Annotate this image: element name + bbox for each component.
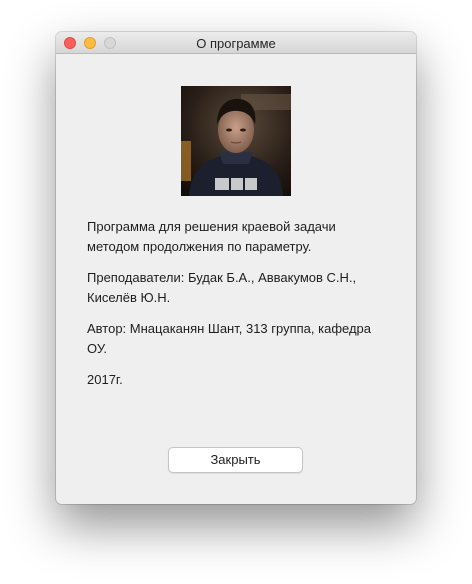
- author-photo: [181, 86, 291, 196]
- about-window: О программе Программа для решения краево…: [56, 32, 416, 504]
- program-description: Программа для решения краевой задачи мет…: [87, 219, 336, 254]
- title-bar[interactable]: О программе: [56, 32, 416, 54]
- author-photo-image: [181, 86, 291, 196]
- author-text: Автор: Мнацаканян Шант, 313 группа, кафе…: [87, 321, 372, 356]
- close-button[interactable]: Закрыть: [168, 447, 303, 473]
- teachers-text: Преподаватели: Будак Б.А., Аввакумов С.Н…: [87, 270, 357, 305]
- year-text: 2017г.: [87, 372, 123, 387]
- window-title: О программе: [196, 36, 276, 51]
